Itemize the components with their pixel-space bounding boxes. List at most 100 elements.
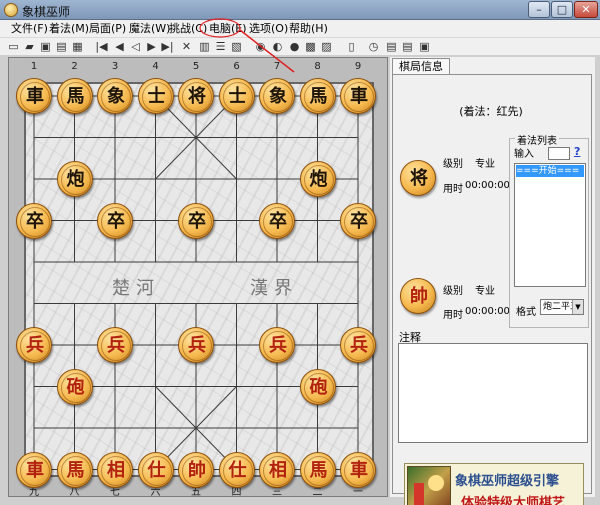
red-piece[interactable]: 帥 bbox=[178, 451, 214, 488]
piece-glyph: 車 bbox=[350, 459, 368, 481]
piece-glyph: 象 bbox=[269, 86, 287, 107]
red-piece[interactable]: 兵 bbox=[97, 327, 133, 363]
analyze-icon[interactable]: ● bbox=[287, 39, 302, 54]
title-bar: 象棋巫师 – □ ✕ bbox=[0, 0, 600, 20]
search-icon[interactable]: ◉ bbox=[253, 39, 268, 54]
black-piece[interactable]: 士 bbox=[137, 78, 174, 114]
notes-textarea[interactable] bbox=[398, 343, 588, 443]
red-player-avatar: 帥 bbox=[400, 278, 436, 314]
forward-icon[interactable]: ▶ bbox=[144, 39, 159, 54]
format-select[interactable]: 炮二平五 ▼ bbox=[540, 299, 584, 315]
red-piece[interactable]: 仕 bbox=[137, 451, 174, 488]
menu-help[interactable]: 帮助(H) bbox=[286, 21, 331, 37]
piece-glyph: 炮 bbox=[309, 169, 328, 190]
level-icon[interactable]: ◷ bbox=[366, 39, 381, 54]
exit-icon[interactable]: ▣ bbox=[417, 39, 432, 54]
maximize-button[interactable]: □ bbox=[551, 1, 573, 18]
print-icon[interactable]: ▤ bbox=[54, 39, 69, 54]
piece-glyph: 兵 bbox=[350, 335, 368, 356]
red-level-value: 专业 bbox=[475, 286, 495, 297]
chart-icon[interactable]: ▧ bbox=[229, 39, 244, 54]
toolbar: ▭ ▰ ▣ ▤ ▦ |◀ ◀ ◁ ▶ ▶| ✕ ▥ ☰ ▧ ◉ ◐ ● ▩ ▨ … bbox=[0, 38, 600, 56]
black-piece[interactable]: 将 bbox=[178, 78, 214, 114]
prev-move-icon[interactable]: ◀ bbox=[112, 39, 127, 54]
piece-glyph: 馬 bbox=[66, 86, 85, 107]
save-icon[interactable]: ▣ bbox=[38, 39, 53, 54]
red-piece[interactable]: 車 bbox=[16, 451, 52, 488]
engine-banner[interactable]: 象棋巫师超级引擎 体验特级大师棋艺 bbox=[404, 463, 584, 505]
red-piece[interactable]: 相 bbox=[259, 451, 295, 488]
minimize-button[interactable]: – bbox=[528, 1, 550, 18]
black-piece[interactable]: 卒 bbox=[340, 202, 376, 239]
move-list-group: 着法列表 输入 ? ===开始=== 格式 炮二平五 ▼ bbox=[509, 132, 589, 328]
black-piece[interactable]: 士 bbox=[218, 78, 255, 114]
banner-image bbox=[407, 466, 451, 505]
open-file-icon[interactable]: ▰ bbox=[22, 39, 37, 54]
hint-icon[interactable]: ◐ bbox=[270, 39, 285, 54]
black-piece[interactable]: 車 bbox=[340, 78, 376, 114]
black-piece[interactable]: 馬 bbox=[299, 78, 336, 114]
menu-position[interactable]: 局面(P) bbox=[86, 21, 129, 37]
chess-board[interactable]: 楚河 漢界 bbox=[24, 82, 374, 477]
piece-glyph: 車 bbox=[26, 86, 44, 107]
chevron-down-icon[interactable]: ▼ bbox=[572, 300, 583, 314]
red-piece[interactable]: 兵 bbox=[16, 327, 52, 363]
info-panel: 棋局信息 (着法：红先) 将 级别 专业 用时 00:00:00 帥 级别 专业… bbox=[390, 57, 595, 505]
move-list-item[interactable]: ===开始=== bbox=[516, 165, 584, 177]
book-icon[interactable]: ▥ bbox=[197, 39, 212, 54]
red-piece[interactable]: 兵 bbox=[178, 327, 214, 363]
menu-challenge[interactable]: 挑战(C) bbox=[166, 21, 210, 37]
last-move-icon[interactable]: ▶| bbox=[160, 39, 175, 54]
board-style-icon[interactable]: ▤ bbox=[384, 39, 399, 54]
black-piece[interactable]: 象 bbox=[97, 78, 133, 114]
black-level-value: 专业 bbox=[475, 159, 495, 170]
menu-bar: 文件(F) 着法(M) 局面(P) 魔法(W) 挑战(C) 电脑(E) 选项(O… bbox=[0, 20, 600, 38]
banner-line-1: 象棋巫师超级引擎 bbox=[455, 474, 560, 489]
piece-glyph: 兵 bbox=[269, 335, 287, 356]
red-piece[interactable]: 砲 bbox=[299, 368, 336, 405]
black-piece[interactable]: 卒 bbox=[259, 202, 295, 239]
menu-computer[interactable]: 电脑(E) bbox=[206, 21, 250, 37]
delete-icon[interactable]: ✕ bbox=[179, 39, 194, 54]
black-piece[interactable]: 卒 bbox=[97, 202, 133, 239]
red-piece[interactable]: 馬 bbox=[56, 451, 93, 488]
timer-icon[interactable]: ▯ bbox=[344, 39, 359, 54]
black-piece[interactable]: 炮 bbox=[299, 161, 336, 197]
screen-icon[interactable]: ▤ bbox=[400, 39, 415, 54]
menu-file[interactable]: 文件(F) bbox=[8, 21, 51, 37]
move-list[interactable]: ===开始=== bbox=[514, 163, 586, 287]
red-piece[interactable]: 砲 bbox=[56, 368, 93, 405]
move-input[interactable] bbox=[548, 147, 570, 160]
tab-body: (着法：红先) 将 级别 专业 用时 00:00:00 帥 级别 专业 用时 0… bbox=[392, 74, 592, 505]
help-icon[interactable]: ? bbox=[574, 145, 580, 158]
red-piece[interactable]: 兵 bbox=[340, 327, 376, 363]
file-label-top: 4 bbox=[152, 61, 159, 72]
file-label-top: 5 bbox=[192, 61, 200, 72]
black-piece[interactable]: 象 bbox=[259, 78, 295, 114]
black-piece[interactable]: 炮 bbox=[56, 161, 93, 197]
new-game-icon[interactable]: ▭ bbox=[6, 39, 21, 54]
back-icon[interactable]: ◁ bbox=[128, 39, 143, 54]
piece-glyph: 兵 bbox=[107, 335, 125, 356]
import-icon[interactable]: ▩ bbox=[303, 39, 318, 54]
first-move-icon[interactable]: |◀ bbox=[94, 39, 109, 54]
black-piece[interactable]: 車 bbox=[16, 78, 52, 114]
menu-options[interactable]: 选项(O) bbox=[246, 21, 291, 37]
black-piece[interactable]: 馬 bbox=[56, 78, 93, 114]
red-piece[interactable]: 兵 bbox=[259, 327, 295, 363]
export-icon[interactable]: ▦ bbox=[70, 39, 85, 54]
piece-glyph: 士 bbox=[228, 86, 247, 107]
settings-icon[interactable]: ▨ bbox=[319, 39, 334, 54]
red-piece[interactable]: 馬 bbox=[299, 451, 336, 488]
red-piece[interactable]: 仕 bbox=[218, 451, 255, 488]
red-piece[interactable]: 車 bbox=[340, 451, 376, 488]
tab-game-info[interactable]: 棋局信息 bbox=[392, 58, 450, 75]
piece-glyph: 車 bbox=[350, 86, 368, 107]
black-time-value: 00:00:00 bbox=[465, 180, 510, 191]
move-list-icon[interactable]: ☰ bbox=[213, 39, 228, 54]
red-piece[interactable]: 相 bbox=[97, 451, 133, 488]
black-piece[interactable]: 卒 bbox=[178, 202, 214, 239]
close-button[interactable]: ✕ bbox=[574, 1, 598, 18]
black-piece[interactable]: 卒 bbox=[16, 202, 52, 239]
black-player-glyph: 将 bbox=[410, 168, 428, 189]
